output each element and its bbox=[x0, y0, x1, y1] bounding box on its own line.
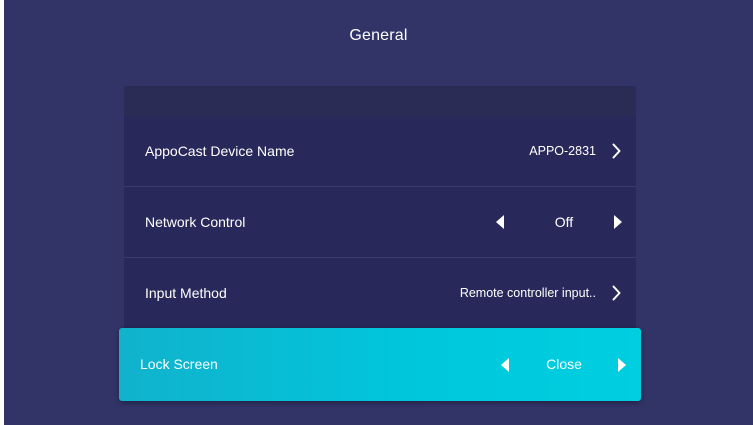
previous-option-arrow-icon[interactable] bbox=[496, 215, 504, 229]
setting-label: Input Method bbox=[145, 285, 227, 301]
setting-label: Network Control bbox=[145, 214, 246, 230]
setting-network-control[interactable]: Network Control Off bbox=[124, 187, 636, 257]
previous-option-arrow-icon[interactable] bbox=[501, 358, 509, 372]
setting-value: Close bbox=[546, 356, 582, 372]
setting-lock-screen[interactable]: Lock Screen Close bbox=[119, 328, 641, 401]
setting-label: Lock Screen bbox=[140, 356, 218, 372]
setting-value: APPO-2831 bbox=[529, 144, 596, 158]
setting-input-method[interactable]: Input Method Remote controller input.. bbox=[124, 258, 636, 328]
next-option-arrow-icon[interactable] bbox=[618, 358, 626, 372]
page-title: General bbox=[349, 27, 408, 44]
chevron-right-icon bbox=[612, 143, 621, 159]
setting-value: Off bbox=[554, 214, 574, 230]
setting-value: Remote controller input.. bbox=[459, 286, 596, 300]
setting-appocast-device-name[interactable]: AppoCast Device Name APPO-2831 bbox=[124, 116, 636, 186]
next-option-arrow-icon[interactable] bbox=[614, 215, 622, 229]
chevron-right-icon bbox=[612, 285, 621, 301]
setting-label: AppoCast Device Name bbox=[145, 143, 295, 159]
settings-screen: General AppoCast Device Name APPO-2831 N… bbox=[4, 0, 753, 425]
